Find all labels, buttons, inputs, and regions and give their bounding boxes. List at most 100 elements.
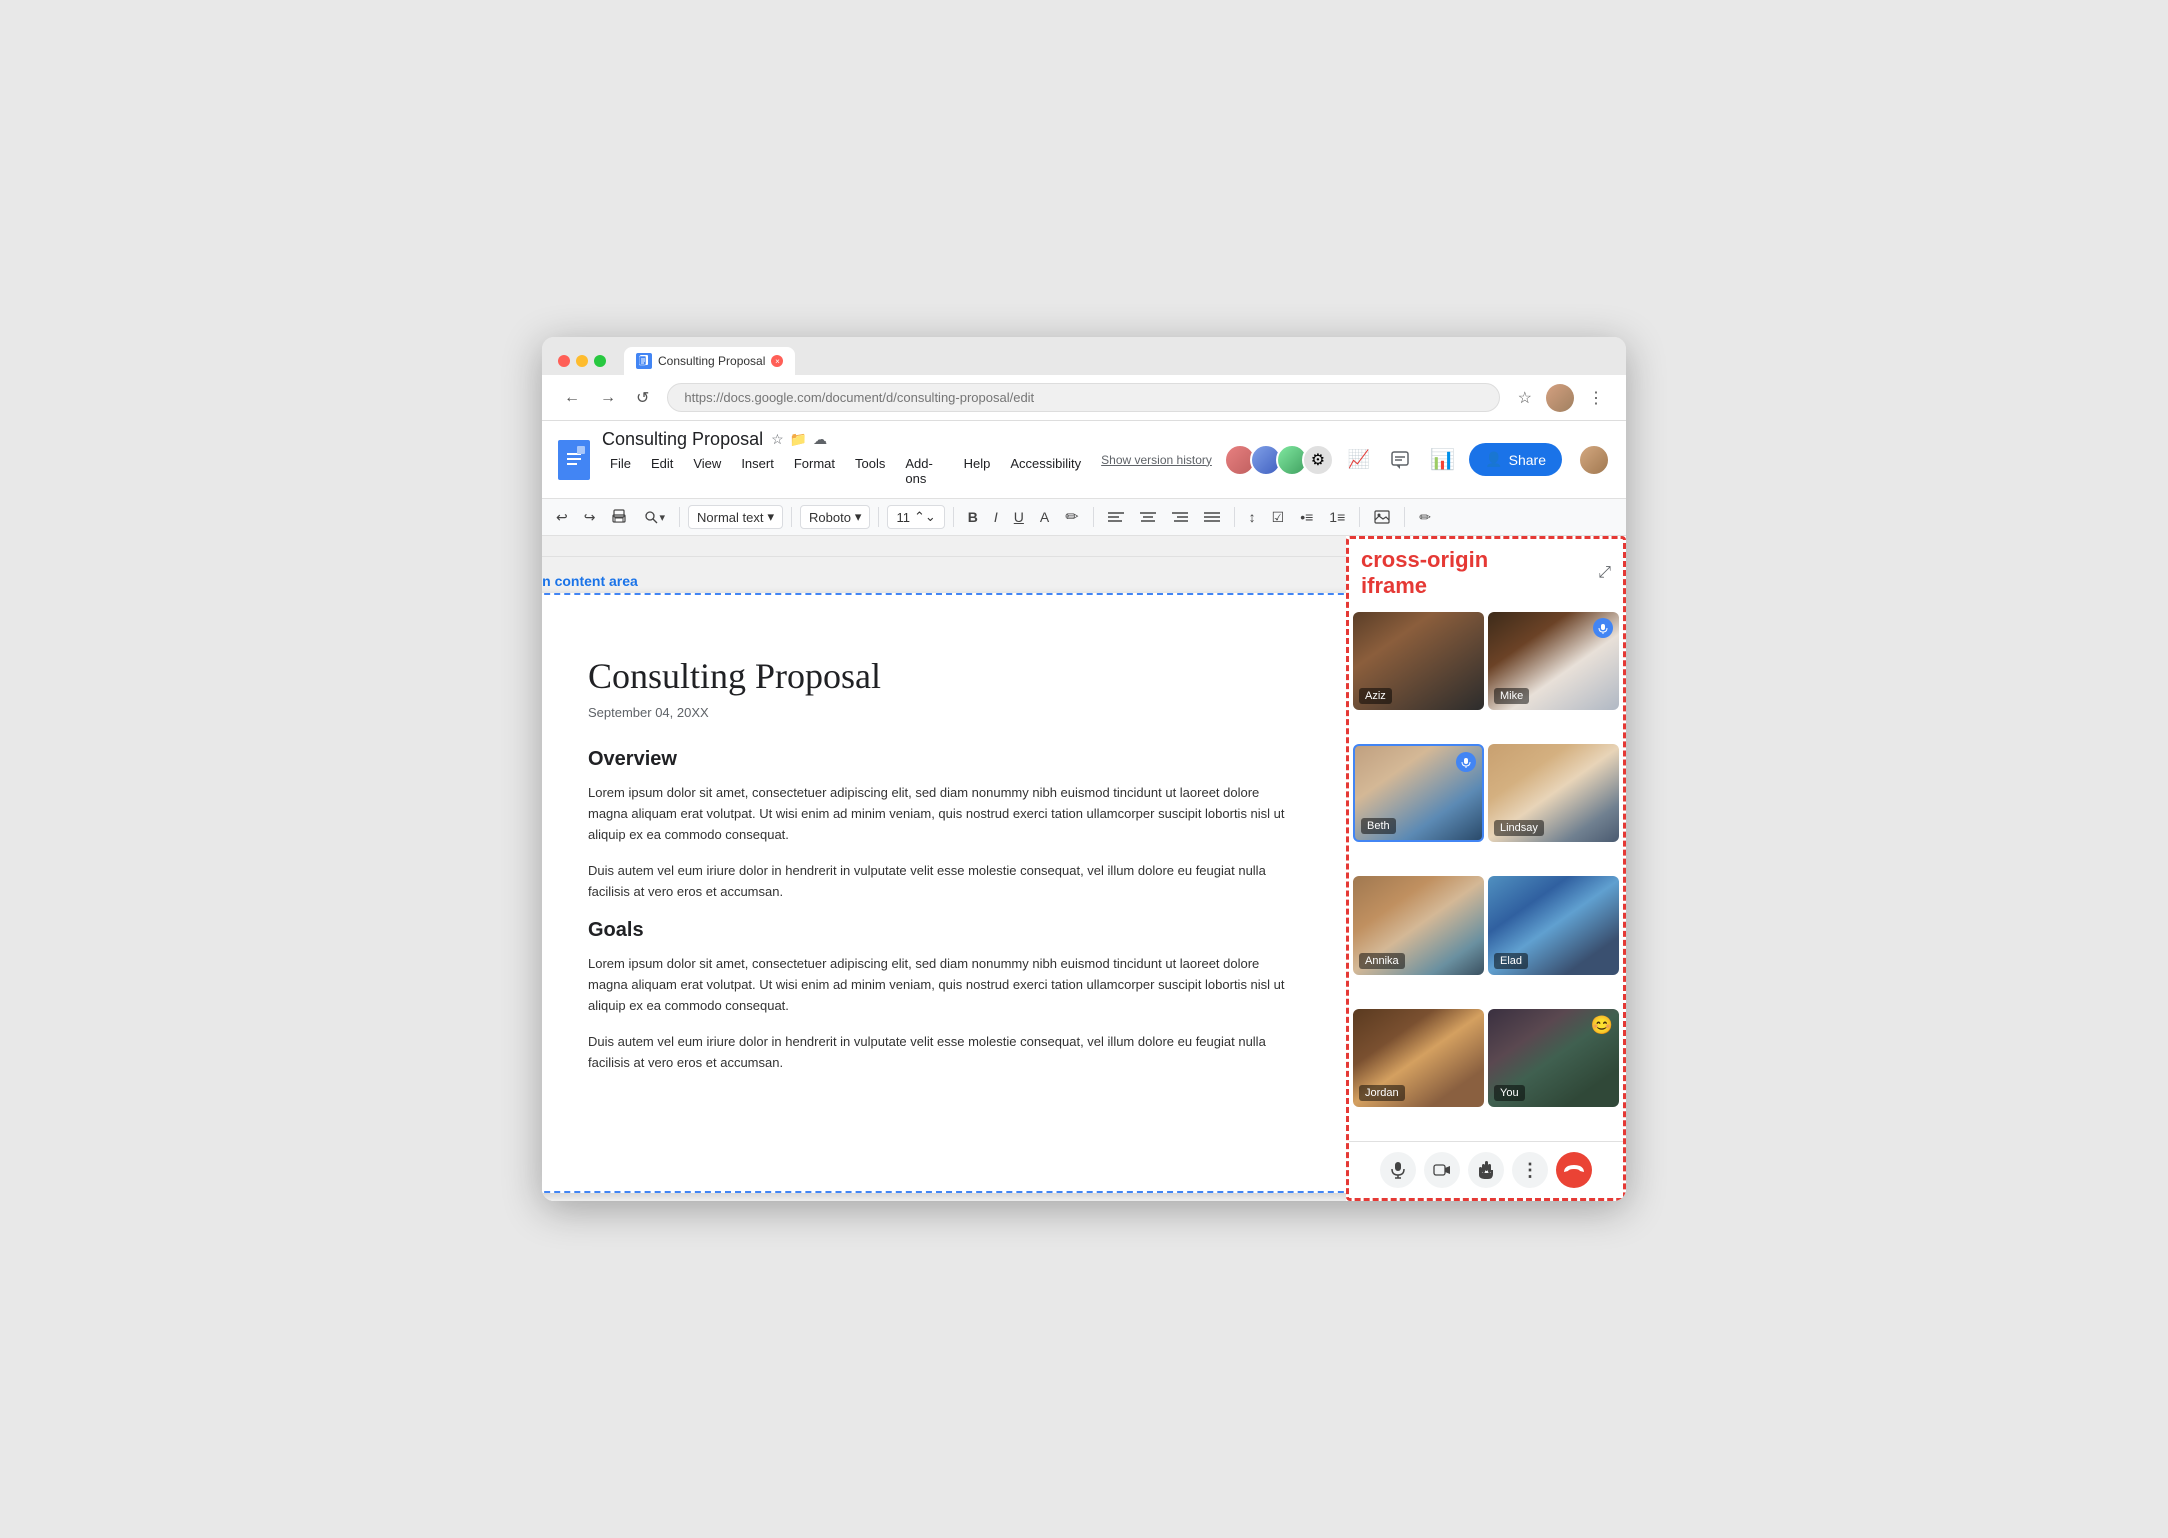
- menu-insert[interactable]: Insert: [733, 452, 782, 490]
- share-label: Share: [1509, 452, 1546, 468]
- folder-icon[interactable]: 📁: [790, 431, 807, 448]
- address-bar[interactable]: [667, 383, 1499, 412]
- document-title[interactable]: Consulting Proposal: [602, 429, 763, 450]
- hand-raise-button[interactable]: [1468, 1152, 1504, 1188]
- main-content-wrapper: main content area Consulting Proposal Se…: [542, 573, 1346, 1193]
- share-button[interactable]: 👤 Share: [1469, 443, 1562, 476]
- version-history-link[interactable]: Show version history: [1101, 453, 1212, 467]
- menu-accessibility[interactable]: Accessibility: [1002, 452, 1089, 490]
- collaborator-avatars: ⚙: [1224, 444, 1334, 476]
- back-button[interactable]: ←: [558, 387, 586, 409]
- beth-speaking-icon: [1456, 752, 1476, 772]
- browser-actions: ☆ ⋮: [1512, 384, 1610, 412]
- menu-edit[interactable]: Edit: [643, 452, 681, 490]
- menu-format[interactable]: Format: [786, 452, 843, 490]
- iframe-expand-button[interactable]: ⤢: [1598, 564, 1611, 582]
- annika-placeholder: Annika: [1353, 876, 1484, 974]
- align-justify-button[interactable]: [1198, 507, 1226, 527]
- browser-tab[interactable]: Consulting Proposal ×: [624, 347, 795, 375]
- star-icon[interactable]: ☆: [771, 431, 784, 448]
- highlight-button[interactable]: ✏: [1059, 503, 1084, 531]
- underline-button[interactable]: U: [1008, 505, 1030, 529]
- camera-control-button[interactable]: [1424, 1152, 1460, 1188]
- video-cell-annika: Annika: [1353, 876, 1484, 974]
- document-page[interactable]: Consulting Proposal September 04, 20XX O…: [542, 593, 1346, 1193]
- menu-addons[interactable]: Add-ons: [897, 452, 951, 490]
- maximize-traffic-light[interactable]: [594, 355, 606, 367]
- docs-logo-icon: [558, 440, 590, 480]
- video-grid: Aziz Mike B: [1349, 608, 1623, 1141]
- toolbar-divider-3: [878, 507, 879, 527]
- menu-file[interactable]: File: [602, 452, 639, 490]
- font-selector[interactable]: Roboto ▾: [800, 505, 870, 529]
- text-color-button[interactable]: A: [1034, 505, 1055, 529]
- elad-placeholder: Elad: [1488, 876, 1619, 974]
- menu-tools[interactable]: Tools: [847, 452, 893, 490]
- toolbar-divider-8: [1404, 507, 1405, 527]
- goals-heading: Goals: [588, 919, 1300, 942]
- mic-control-button[interactable]: [1380, 1152, 1416, 1188]
- docs-body: | 1 2 3 4 5 6 7 main content area Consul…: [542, 536, 1626, 1201]
- print-button[interactable]: [605, 505, 633, 529]
- align-center-button[interactable]: [1134, 507, 1162, 527]
- cloud-icon: ☁: [813, 431, 827, 448]
- paragraph-dropdown-arrow: ▾: [767, 509, 774, 525]
- video-cell-aziz: Aziz: [1353, 612, 1484, 710]
- chrome-menu-icon[interactable]: ⋮: [1582, 386, 1610, 410]
- menu-help[interactable]: Help: [956, 452, 999, 490]
- video-cell-lindsay: Lindsay: [1488, 744, 1619, 842]
- undo-button[interactable]: ↩: [550, 505, 574, 530]
- traffic-lights: [558, 355, 606, 367]
- checklist-button[interactable]: ☑: [1266, 505, 1291, 530]
- chart-icon-btn[interactable]: 📈: [1342, 443, 1376, 476]
- toolbar-divider-2: [791, 507, 792, 527]
- mike-speaking-icon: [1593, 618, 1613, 638]
- line-spacing-button[interactable]: ↕: [1243, 505, 1262, 529]
- elad-name-label: Elad: [1494, 953, 1528, 969]
- goals-paragraph-2: Duis autem vel eum iriure dolor in hendr…: [588, 1032, 1300, 1074]
- paragraph-style-selector[interactable]: Normal text ▾: [688, 505, 783, 529]
- document-date: September 04, 20XX: [588, 705, 1300, 720]
- menu-view[interactable]: View: [685, 452, 729, 490]
- numbered-list-button[interactable]: 1≡: [1323, 505, 1351, 529]
- docs-main: | 1 2 3 4 5 6 7 main content area Consul…: [542, 536, 1346, 1201]
- edit-tools-button[interactable]: ✏: [1413, 505, 1437, 530]
- more-options-button[interactable]: ⋮: [1512, 1152, 1548, 1188]
- tab-title: Consulting Proposal: [658, 354, 765, 368]
- lindsay-placeholder: Lindsay: [1488, 744, 1619, 842]
- beth-name-label: Beth: [1361, 818, 1396, 834]
- zoom-button[interactable]: ▾: [637, 505, 671, 529]
- close-traffic-light[interactable]: [558, 355, 570, 367]
- font-size-selector[interactable]: 11 ⌃⌄: [887, 505, 944, 529]
- font-label: Roboto: [809, 510, 851, 525]
- font-size-label: 11: [896, 510, 910, 525]
- lindsay-name-label: Lindsay: [1494, 820, 1544, 836]
- comments-icon-btn[interactable]: [1384, 444, 1416, 476]
- end-call-button[interactable]: [1556, 1152, 1592, 1188]
- bullet-list-button[interactable]: •≡: [1294, 505, 1319, 529]
- meet-icon-btn[interactable]: 📊: [1424, 441, 1461, 478]
- minimize-traffic-light[interactable]: [576, 355, 588, 367]
- redo-button[interactable]: ↪: [578, 505, 602, 530]
- goals-paragraph-1: Lorem ipsum dolor sit amet, consectetuer…: [588, 954, 1300, 1016]
- bookmark-icon[interactable]: ☆: [1512, 386, 1538, 410]
- docs-title-icons: ☆ 📁 ☁: [771, 431, 827, 448]
- tab-close-button[interactable]: ×: [771, 355, 783, 367]
- bold-button[interactable]: B: [962, 505, 984, 529]
- image-button[interactable]: [1368, 506, 1396, 528]
- italic-button[interactable]: I: [988, 505, 1004, 529]
- iframe-title: cross-origin iframe: [1361, 547, 1488, 600]
- reload-button[interactable]: ↺: [630, 386, 655, 410]
- toolbar-divider-6: [1234, 507, 1235, 527]
- user-avatar[interactable]: [1546, 384, 1574, 412]
- normal-text-label: Normal text: [697, 510, 763, 525]
- align-right-button[interactable]: [1166, 507, 1194, 527]
- video-cell-beth: Beth: [1353, 744, 1484, 842]
- forward-button[interactable]: →: [594, 387, 622, 409]
- share-icon: 👤: [1485, 451, 1502, 468]
- document-title-heading: Consulting Proposal: [588, 655, 1300, 697]
- meet-controls: ⋮: [1349, 1141, 1623, 1198]
- align-left-button[interactable]: [1102, 507, 1130, 527]
- font-dropdown-arrow: ▾: [855, 509, 862, 525]
- user-profile-avatar[interactable]: [1578, 444, 1610, 476]
